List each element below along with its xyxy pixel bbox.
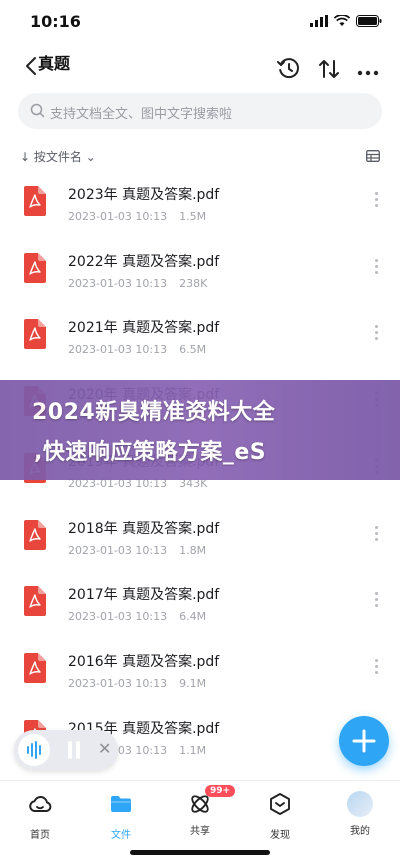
file-name: 2017年 真题及答案.pdf xyxy=(68,587,220,604)
file-size: 6.4M xyxy=(179,610,207,624)
file-date: 2023-01-03 10:13 xyxy=(68,543,168,557)
tab-label: 发现 xyxy=(270,830,290,841)
banner-line-2: ,快速响应策略方案_eS xyxy=(34,440,267,465)
file-row[interactable]: 2023年 真题及答案.pdf 2023-01-03 10:13 1.5M xyxy=(0,172,400,238)
file-row[interactable]: 2016年 真题及答案.pdf 2023-01-03 10:13 9.1M xyxy=(0,639,400,705)
pause-icon[interactable] xyxy=(66,740,82,760)
search-input[interactable]: 支持文档全文、图中文字搜索啦 xyxy=(18,93,382,129)
file-date: 2023-01-03 10:13 xyxy=(68,676,168,690)
file-name: 2022年 真题及答案.pdf xyxy=(68,253,220,270)
file-meta: 2023-01-03 10:13 6.4M xyxy=(68,610,206,623)
file-size: 1.1M xyxy=(179,743,207,757)
file-meta: 2023-01-03 10:13 9.1M xyxy=(68,677,206,690)
cloud-icon xyxy=(29,796,52,812)
file-more-icon[interactable] xyxy=(370,258,382,279)
file-size: 9.1M xyxy=(179,676,207,690)
search-placeholder: 支持文档全文、图中文字搜索啦 xyxy=(50,107,233,122)
file-date: 2023-01-03 10:13 xyxy=(68,343,168,357)
chevron-down-icon: ⌄ xyxy=(81,150,96,164)
share-count-badge: 99+ xyxy=(205,785,236,797)
file-name: 2018年 真题及答案.pdf xyxy=(68,520,220,537)
file-row[interactable]: 2018年 真题及答案.pdf 2023-01-03 10:13 1.8M xyxy=(0,506,400,572)
file-date: 2023-01-03 10:13 xyxy=(68,276,168,290)
pdf-file-icon xyxy=(24,652,46,683)
status-time: 10:16 xyxy=(30,12,81,31)
file-more-icon[interactable] xyxy=(370,325,382,345)
tab-share[interactable]: 99+ 共享 xyxy=(170,785,236,841)
sort-row: ↓ 按文件名 ⌄ xyxy=(0,148,400,168)
voice-wave-icon[interactable] xyxy=(18,734,50,766)
overlay-banner: 2024新臭精准资料大全 ,快速响应策略方案_eS xyxy=(0,380,400,480)
file-meta: 2023-01-03 10:13 238K xyxy=(68,277,207,290)
file-size: 1.5M xyxy=(179,210,207,223)
tab-label: 文件 xyxy=(111,830,131,841)
file-more-icon[interactable] xyxy=(370,592,382,612)
signal-icon xyxy=(310,15,328,27)
search-icon xyxy=(30,103,45,118)
sort-label: 按文件名 xyxy=(33,150,82,164)
file-more-icon[interactable] xyxy=(370,525,382,546)
close-icon[interactable]: ✕ xyxy=(98,739,111,758)
file-row[interactable]: 2021年 真题及答案.pdf 2023-01-03 10:13 6.5M xyxy=(0,305,400,371)
voice-control[interactable]: ✕ xyxy=(14,730,118,770)
more-menu-icon[interactable] xyxy=(356,62,380,76)
pdf-file-icon xyxy=(24,252,46,283)
view-toggle-icon[interactable] xyxy=(366,150,380,162)
file-date: 2023-01-03 10:13 xyxy=(68,210,168,223)
history-icon[interactable] xyxy=(276,56,302,82)
file-name: 2016年 真题及答案.pdf xyxy=(68,653,220,670)
folder-icon xyxy=(111,796,131,812)
file-row[interactable]: 2022年 真题及答案.pdf 2023-01-03 10:13 238K xyxy=(0,239,400,305)
file-date: 2023-01-03 10:13 xyxy=(68,610,168,624)
file-more-icon[interactable] xyxy=(370,192,382,212)
tab-files[interactable]: 文件 xyxy=(91,791,151,841)
add-button[interactable] xyxy=(339,716,389,766)
tab-discover[interactable]: 发现 xyxy=(250,791,310,841)
file-meta: 2023-01-03 10:13 6.5M xyxy=(68,343,206,356)
tab-me[interactable]: 我的 xyxy=(330,791,390,841)
plus-icon xyxy=(352,729,376,753)
file-name: 2023年 真题及答案.pdf xyxy=(68,187,220,203)
discover-icon xyxy=(270,793,290,815)
battery-icon xyxy=(356,15,382,27)
status-icons xyxy=(310,15,382,27)
avatar xyxy=(347,791,373,817)
home-indicator xyxy=(130,850,270,855)
file-more-icon[interactable] xyxy=(370,658,382,679)
page-title: 真题 xyxy=(38,54,71,73)
file-size: 1.8M xyxy=(179,543,207,557)
file-meta: 2023-01-03 10:13 1.8M xyxy=(68,544,206,557)
pdf-file-icon xyxy=(24,586,46,617)
wifi-icon xyxy=(334,15,350,26)
status-bar: 10:16 xyxy=(0,0,400,44)
file-row[interactable]: 2017年 真题及答案.pdf 2023-01-03 10:13 6.4M xyxy=(0,572,400,638)
sort-arrows-icon[interactable] xyxy=(316,56,342,82)
tab-home[interactable]: 首页 xyxy=(10,791,70,841)
file-meta: 2023-01-03 10:13 1.5M xyxy=(68,210,206,223)
sort-direction-icon: ↓ xyxy=(20,150,34,164)
pdf-file-icon xyxy=(24,519,46,550)
file-size: 6.5M xyxy=(179,343,207,357)
nav-bar: 真题 xyxy=(0,44,400,90)
tab-label: 我的 xyxy=(350,826,370,837)
pdf-file-icon xyxy=(24,319,46,350)
file-size: 238K xyxy=(179,276,208,290)
tab-label: 共享 xyxy=(190,826,210,837)
sort-by-name-button[interactable]: ↓ 按文件名 ⌄ xyxy=(20,148,96,165)
banner-line-1: 2024新臭精准资料大全 xyxy=(32,400,276,425)
file-name: 2021年 真题及答案.pdf xyxy=(68,320,220,337)
tab-label: 首页 xyxy=(30,830,50,841)
pdf-file-icon xyxy=(24,186,46,216)
